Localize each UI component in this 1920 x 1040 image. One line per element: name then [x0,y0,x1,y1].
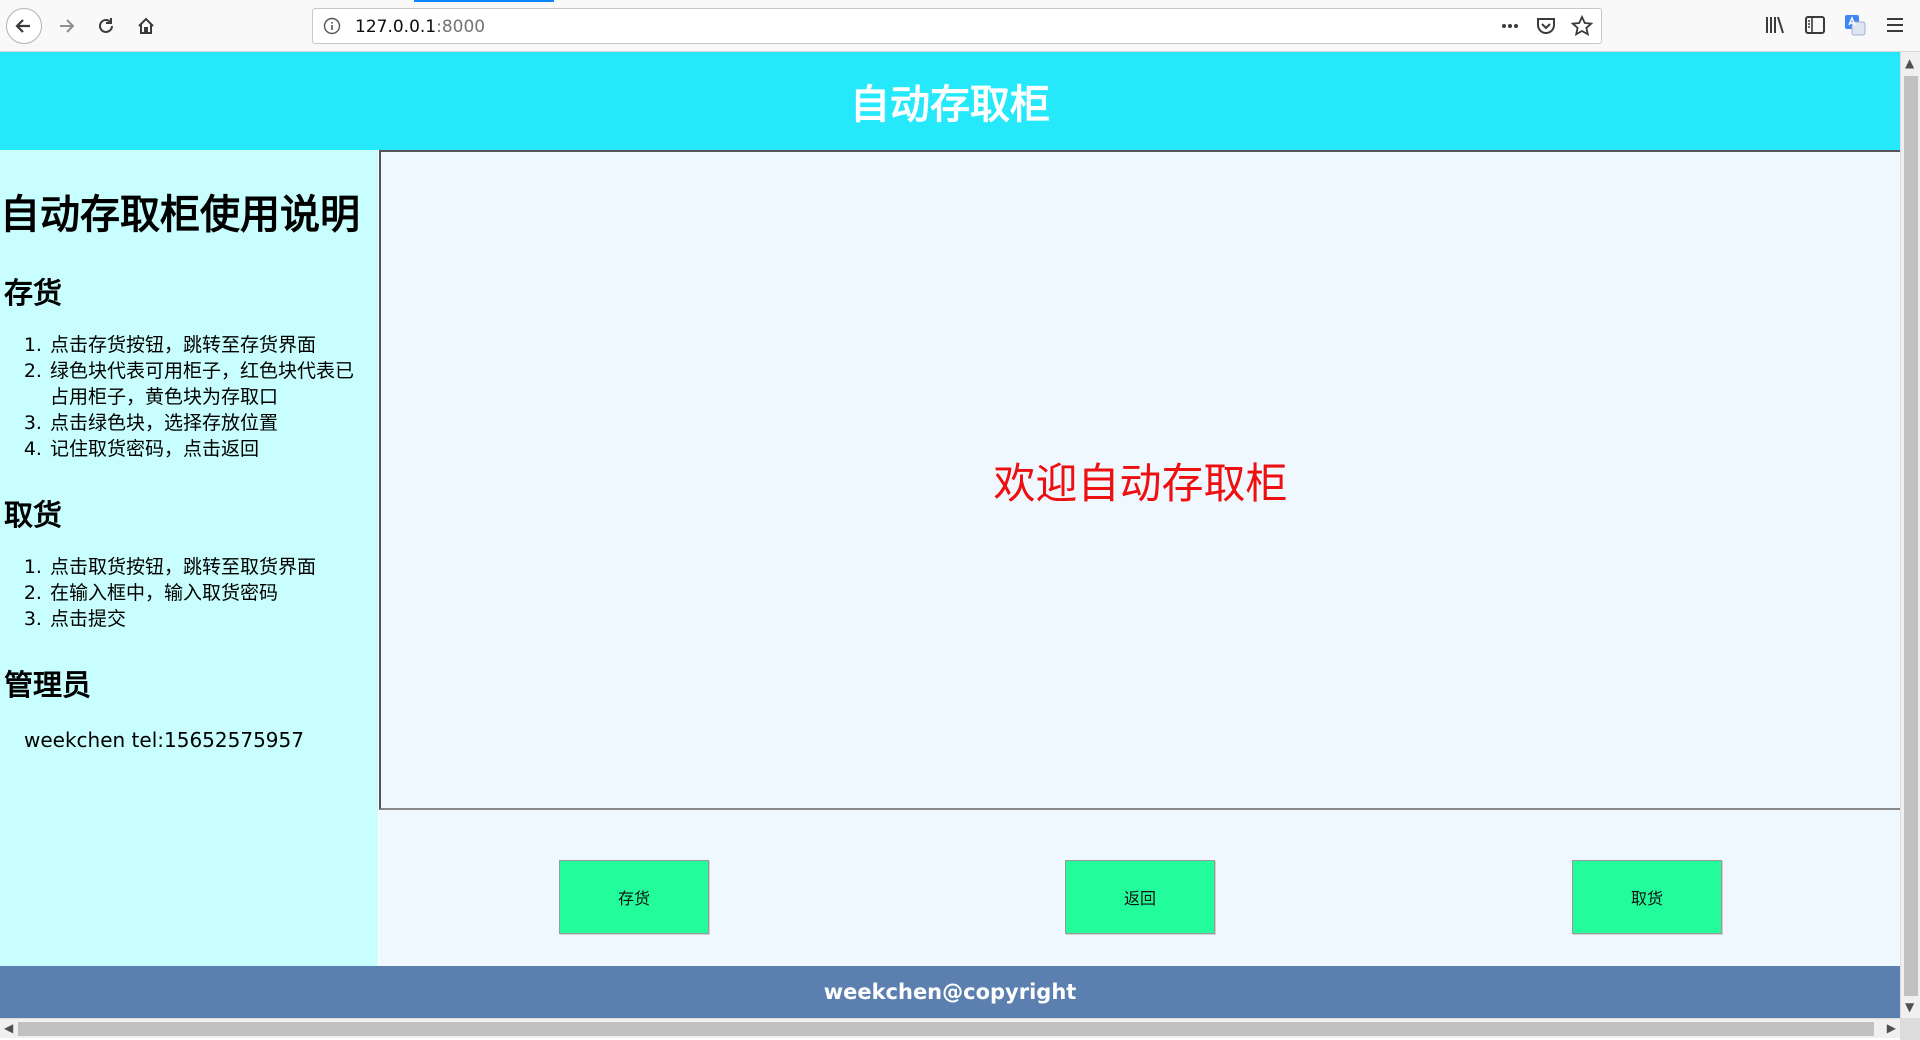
page-header: 自动存取柜 [0,52,1900,150]
arrow-left-icon [15,19,30,33]
scroll-left-icon[interactable]: ◀ [4,1021,13,1035]
vertical-scroll-thumb[interactable] [1904,76,1918,996]
back-button[interactable] [6,8,42,44]
sidebar-toggle-icon[interactable] [1804,14,1826,36]
forward-button[interactable] [48,8,84,44]
url-text[interactable]: 127.0.0.1:8000 [355,17,485,37]
page: 自动存取柜 自动存取柜使用说明 存货 点击存货按钮，跳转至存货界面 绿色块代表可… [0,52,1900,1018]
arrow-right-icon [60,19,75,33]
sidebar-title: 自动存取柜使用说明 [0,192,360,238]
browser-toolbar: 127.0.0.1:8000 [0,0,1920,52]
home-button[interactable] [128,8,164,44]
button-bar: 存货 返回 取货 [379,810,1900,966]
main-content: 欢迎自动存取柜 [379,150,1900,810]
translate-icon[interactable] [1844,14,1866,36]
retrieve-button[interactable]: 取货 [1572,860,1722,934]
list-item: 点击存货按钮，跳转至存货界面 [48,332,372,358]
horizontal-scrollbar[interactable]: ◀ ▶ [0,1018,1900,1038]
list-item: 记住取货密码，点击返回 [48,436,372,462]
list-item: 点击绿色块，选择存放位置 [48,410,372,436]
retrieve-steps-list: 点击取货按钮，跳转至取货界面 在输入框中，输入取货密码 点击提交 [48,554,372,632]
tab-indicator [414,0,554,2]
store-steps-list: 点击存货按钮，跳转至存货界面 绿色块代表可用柜子，红色块代表已占用柜子，黄色块为… [48,332,372,462]
list-item: 点击提交 [48,606,372,632]
info-icon[interactable] [323,17,341,35]
welcome-message: 欢迎自动存取柜 [993,459,1288,508]
bookmark-star-icon[interactable] [1571,15,1593,37]
store-button[interactable]: 存货 [559,860,709,934]
footer-text: weekchen@copyright [823,980,1077,1004]
scroll-up-icon[interactable]: ▲ [1905,56,1914,70]
horizontal-scroll-thumb[interactable] [18,1022,1874,1036]
section-heading-store: 存货 [4,276,63,310]
scroll-right-icon[interactable]: ▶ [1887,1021,1896,1035]
list-item: 点击取货按钮，跳转至取货界面 [48,554,372,580]
vertical-scrollbar[interactable]: ▲ ▼ [1900,52,1920,1018]
reload-button[interactable] [88,8,124,44]
admin-contact: weekchen tel:15652575957 [24,728,304,752]
back-nav-button[interactable]: 返回 [1065,860,1215,934]
more-actions-icon[interactable] [1499,15,1521,37]
page-footer: weekchen@copyright [0,966,1900,1018]
url-bar[interactable]: 127.0.0.1:8000 [312,8,1602,44]
pocket-icon[interactable] [1535,15,1557,37]
instructions-sidebar: 自动存取柜使用说明 存货 点击存货按钮，跳转至存货界面 绿色块代表可用柜子，红色… [0,150,378,966]
library-icon[interactable] [1764,14,1786,36]
url-host: 127.0.0.1 [355,17,437,37]
home-icon [138,17,154,34]
reload-icon [99,18,113,33]
list-item: 绿色块代表可用柜子，红色块代表已占用柜子，黄色块为存取口 [48,358,372,410]
page-title: 自动存取柜 [850,82,1050,128]
scrollbar-corner [1900,1018,1920,1040]
section-heading-admin: 管理员 [4,668,92,702]
section-heading-retrieve: 取货 [4,498,63,532]
url-port: :8000 [436,17,486,37]
list-item: 在输入框中，输入取货密码 [48,580,372,606]
scroll-down-icon[interactable]: ▼ [1905,1000,1914,1014]
hamburger-menu-icon[interactable] [1884,14,1906,36]
